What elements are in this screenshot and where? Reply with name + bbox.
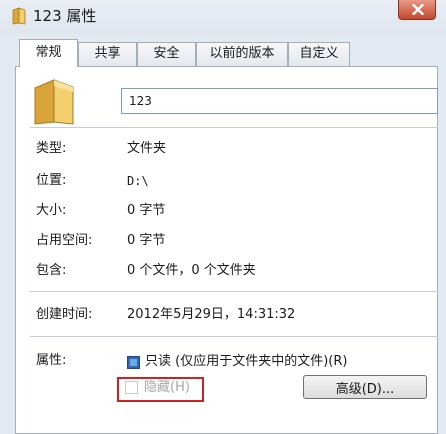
separator — [30, 336, 438, 337]
tab-customize[interactable]: 自定义 — [288, 42, 350, 66]
contains-value: 0 个文件，0 个文件夹 — [127, 263, 256, 278]
readonly-label: 只读 (仅应用于文件夹中的文件)(R) — [145, 354, 348, 369]
folder-icon — [12, 7, 26, 25]
window-title: 123 属性 — [33, 7, 97, 25]
folder-icon — [32, 78, 76, 130]
location-label: 位置: — [36, 173, 67, 188]
tab-previous-versions[interactable]: 以前的版本 — [196, 42, 288, 66]
contains-label: 包含: — [36, 263, 67, 278]
tab-sharing[interactable]: 共享 — [78, 42, 137, 66]
size-label: 大小: — [36, 203, 67, 218]
hidden-highlight-box — [117, 377, 204, 402]
size-on-disk-label: 占用空间: — [36, 233, 93, 248]
type-value: 文件夹 — [127, 141, 167, 156]
close-button[interactable] — [398, 0, 436, 20]
size-value: 0 字节 — [127, 203, 166, 218]
created-value: 2012年5月29日，14:31:32 — [127, 307, 296, 322]
size-on-disk-value: 0 字节 — [127, 233, 166, 248]
tab-general[interactable]: 常规 — [19, 39, 78, 67]
location-value: D:\ — [127, 174, 149, 188]
separator — [30, 291, 438, 292]
close-icon — [412, 4, 424, 15]
separator — [30, 127, 438, 128]
readonly-checkbox[interactable] — [127, 356, 140, 369]
advanced-button[interactable]: 高级(D)... — [303, 375, 427, 399]
type-label: 类型: — [36, 141, 67, 156]
attributes-label: 属性: — [36, 353, 67, 368]
title-bar: 123 属性 — [0, 0, 446, 34]
created-label: 创建时间: — [36, 307, 93, 322]
folder-name-input[interactable] — [121, 88, 438, 114]
tab-security[interactable]: 安全 — [137, 42, 196, 66]
